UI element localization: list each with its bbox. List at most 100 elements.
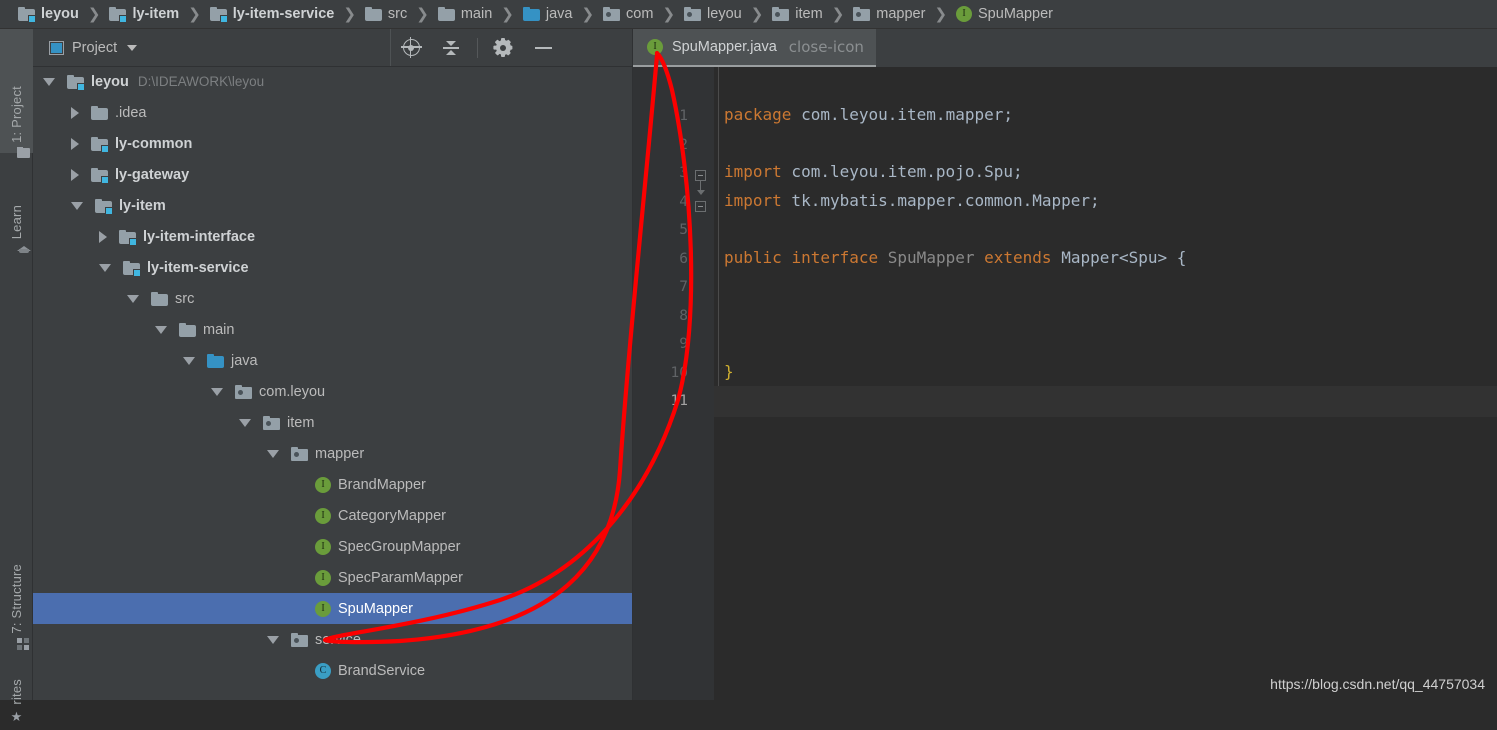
tree-toggle-arrow-icon[interactable] bbox=[211, 387, 223, 396]
code-line[interactable]: public interface SpuMapper extends Mappe… bbox=[724, 248, 1186, 267]
code-line[interactable]: import com.leyou.item.pojo.Spu; bbox=[724, 162, 1023, 181]
breadcrumb-item-com[interactable]: com bbox=[603, 0, 653, 29]
tree-toggle-arrow-icon[interactable] bbox=[71, 168, 79, 181]
package-icon bbox=[684, 7, 702, 21]
tree-toggle-arrow-icon[interactable] bbox=[99, 263, 111, 272]
chevron-down-icon[interactable] bbox=[127, 44, 138, 51]
tree-toggle-arrow-icon[interactable] bbox=[267, 449, 279, 458]
editor-gutter[interactable]: 1 2 3 4 5 6 7 8 9 10 11 bbox=[633, 67, 714, 700]
breadcrumb-item-ly-item[interactable]: ly-item bbox=[109, 0, 179, 29]
collapse-all-button[interactable] bbox=[431, 29, 471, 66]
indent-guide bbox=[718, 67, 719, 397]
breadcrumb-separator-icon: ❯ bbox=[934, 5, 948, 23]
tree-toggle-arrow-icon[interactable] bbox=[99, 230, 107, 243]
tree-toggle-arrow-icon[interactable] bbox=[43, 77, 55, 86]
left-tool-strip: 1: Project Learn 7: Structure ★ rites bbox=[0, 29, 33, 723]
tree-toggle-arrow-icon[interactable] bbox=[71, 201, 83, 210]
tree-node-ly-item[interactable]: ly-item bbox=[33, 190, 633, 221]
sidebar-item-learn[interactable]: Learn bbox=[0, 153, 33, 253]
tree-node-leyou[interactable]: leyou D:\IDEAWORK\leyou bbox=[33, 66, 633, 97]
sidebar-item-project[interactable]: 1: Project bbox=[0, 29, 33, 158]
gear-icon bbox=[493, 38, 513, 57]
breadcrumb-item-src[interactable]: src bbox=[364, 0, 408, 29]
package-icon bbox=[291, 446, 308, 461]
hide-button[interactable] bbox=[523, 29, 563, 66]
tree-node-brandservice[interactable]: C BrandService bbox=[33, 655, 633, 686]
interface-icon: I bbox=[956, 6, 973, 22]
tree-node-label: com.leyou bbox=[259, 383, 326, 400]
breadcrumb-separator-icon: ❯ bbox=[87, 5, 101, 23]
tree-node-service[interactable]: service bbox=[33, 624, 633, 655]
tree-node-label: .idea bbox=[115, 104, 147, 121]
sidebar-item-favorites[interactable]: ★ rites bbox=[0, 644, 33, 730]
tree-node-brandmapper[interactable]: I BrandMapper bbox=[33, 469, 633, 500]
tree-node-ly-item-service[interactable]: ly-item-service bbox=[33, 252, 633, 283]
folder-icon bbox=[151, 291, 168, 306]
tree-node-ly-item-interface[interactable]: ly-item-interface bbox=[33, 221, 633, 252]
tree-node-com-leyou[interactable]: com.leyou bbox=[33, 376, 633, 407]
tree-node-specgroupmapper[interactable]: I SpecGroupMapper bbox=[33, 531, 633, 562]
project-view-selector[interactable]: Project bbox=[49, 39, 138, 56]
tree-node-ly-gateway[interactable]: ly-gateway bbox=[33, 159, 633, 190]
tree-toggle-arrow-icon[interactable] bbox=[267, 635, 279, 644]
tree-node-specparammapper[interactable]: I SpecParamMapper bbox=[33, 562, 633, 593]
code-line[interactable]: } bbox=[724, 362, 734, 381]
tree-node-src[interactable]: src bbox=[33, 283, 633, 314]
tree-node-java[interactable]: java bbox=[33, 345, 633, 376]
tree-toggle-arrow-icon[interactable] bbox=[183, 356, 195, 365]
tree-node-categorymapper[interactable]: I CategoryMapper bbox=[33, 500, 633, 531]
sidebar-item-label: rites bbox=[9, 679, 24, 705]
breadcrumb-item-main[interactable]: main bbox=[437, 0, 492, 29]
tree-node-mapper[interactable]: mapper bbox=[33, 438, 633, 469]
package-icon bbox=[853, 7, 871, 21]
sidebar-item-structure[interactable]: 7: Structure bbox=[0, 518, 33, 650]
tree-node-item[interactable]: item bbox=[33, 407, 633, 438]
breadcrumb-item-ly-item-service[interactable]: ly-item-service bbox=[209, 0, 334, 29]
tree-node--idea[interactable]: .idea bbox=[33, 97, 633, 128]
project-panel-title: Project bbox=[72, 39, 118, 56]
breadcrumb-item-label: ly-item bbox=[132, 6, 180, 22]
module-folder-icon bbox=[209, 7, 228, 23]
module-folder-icon bbox=[91, 136, 109, 153]
code-token: interface bbox=[791, 247, 879, 267]
module-folder-icon bbox=[95, 198, 113, 215]
breadcrumb-item-leyou[interactable]: leyou bbox=[18, 0, 79, 29]
package-icon bbox=[235, 384, 252, 399]
code-editor[interactable]: package com.leyou.item.mapper; import com… bbox=[714, 67, 1497, 700]
breadcrumb-item-label: src bbox=[387, 6, 408, 22]
breadcrumb-item-item[interactable]: item bbox=[772, 0, 823, 29]
breadcrumb-item-leyou[interactable]: leyou bbox=[684, 0, 742, 29]
tree-node-main[interactable]: main bbox=[33, 314, 633, 345]
project-tree[interactable]: leyou D:\IDEAWORK\leyou .idea ly-common ly-g… bbox=[33, 66, 633, 700]
breadcrumb-item-spumapper[interactable]: I SpuMapper bbox=[956, 0, 1053, 29]
locate-file-button[interactable] bbox=[391, 29, 431, 66]
tree-toggle-arrow-icon[interactable] bbox=[127, 294, 139, 303]
tree-toggle-arrow-icon[interactable] bbox=[71, 137, 79, 150]
module-folder-icon bbox=[91, 167, 109, 184]
minus-icon bbox=[534, 46, 552, 49]
close-icon[interactable]: close-icon bbox=[789, 39, 864, 55]
module-folder-icon bbox=[67, 74, 85, 91]
breadcrumb-item-mapper[interactable]: mapper bbox=[853, 0, 925, 29]
code-line[interactable]: package com.leyou.item.mapper; bbox=[724, 105, 1013, 124]
fold-marker-icon[interactable] bbox=[695, 170, 706, 181]
settings-button[interactable] bbox=[483, 29, 523, 66]
tree-toggle-arrow-icon[interactable] bbox=[239, 418, 251, 427]
fold-marker-icon[interactable] bbox=[695, 201, 706, 212]
tree-toggle-arrow-icon[interactable] bbox=[155, 325, 167, 334]
tab-spumapper-java[interactable]: I SpuMapper.java close-icon bbox=[633, 29, 876, 67]
package-icon bbox=[291, 632, 308, 647]
tree-node-spumapper[interactable]: I SpuMapper bbox=[33, 593, 633, 624]
breadcrumb-separator-icon: ❯ bbox=[343, 5, 356, 23]
code-line[interactable]: import tk.mybatis.mapper.common.Mapper; bbox=[724, 191, 1100, 210]
breadcrumb-item-java[interactable]: java bbox=[522, 0, 572, 29]
source-folder-icon bbox=[207, 353, 224, 368]
tree-node-label: BrandService bbox=[338, 662, 426, 679]
module-folder-icon bbox=[119, 229, 137, 246]
tree-node-ly-common[interactable]: ly-common bbox=[33, 128, 633, 159]
tree-toggle-arrow-icon[interactable] bbox=[71, 106, 79, 119]
